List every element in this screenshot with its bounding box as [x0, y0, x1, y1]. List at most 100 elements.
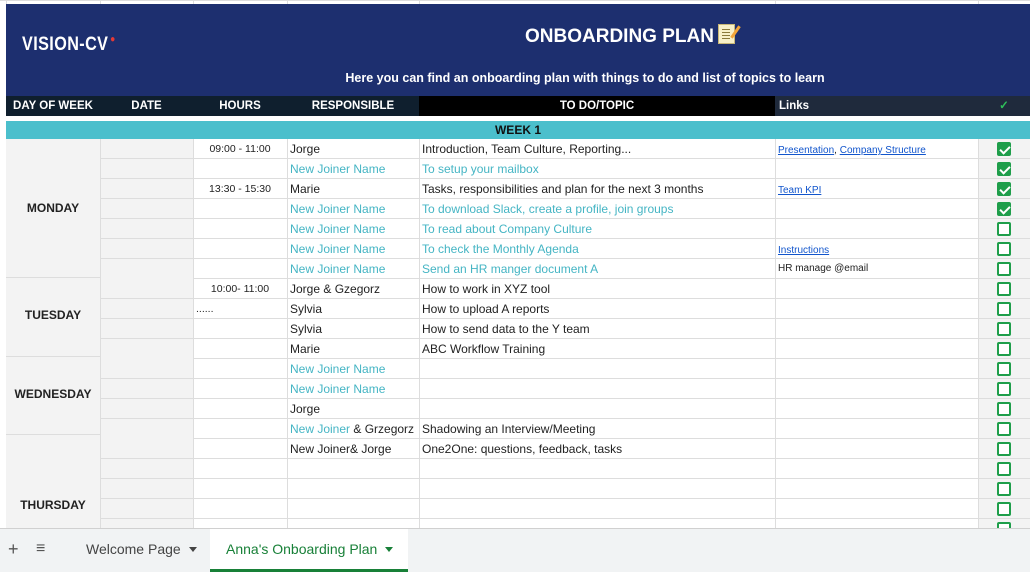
- table-row[interactable]: New Joiner Name Send an HR manger docume…: [0, 259, 1030, 279]
- todo-cell[interactable]: Shadowing an Interview/Meeting: [422, 419, 774, 439]
- table-row[interactable]: ...... Sylvia How to upload A reports: [0, 299, 1030, 319]
- team-kpi-link[interactable]: Team KPI: [778, 185, 821, 196]
- responsible-cell[interactable]: New Joiner Name: [290, 359, 418, 379]
- hours-cell[interactable]: 13:30 - 15:30: [193, 179, 287, 199]
- responsible-cell[interactable]: Marie: [290, 179, 418, 199]
- done-checkbox[interactable]: [997, 162, 1011, 176]
- todo-cell[interactable]: To check the Monthly Agenda: [422, 239, 774, 259]
- presentation-link[interactable]: Presentation: [778, 145, 834, 156]
- responsible-cell[interactable]: New Joiner Name: [290, 199, 418, 219]
- done-checkbox[interactable]: [997, 382, 1011, 396]
- todo-cell[interactable]: How to work in XYZ tool: [422, 279, 774, 299]
- table-row[interactable]: New Joiner Name: [0, 379, 1030, 399]
- done-checkbox[interactable]: [997, 342, 1011, 356]
- hours-cell[interactable]: ......: [196, 299, 256, 319]
- col-links-header: Links: [779, 100, 810, 112]
- todo-cell[interactable]: How to upload A reports: [422, 299, 774, 319]
- done-checkbox[interactable]: [997, 322, 1011, 336]
- done-checkbox[interactable]: [997, 422, 1011, 436]
- table-row[interactable]: Sylvia How to send data to the Y team: [0, 319, 1030, 339]
- page-title: ONBOARDING PLAN: [420, 24, 840, 48]
- grid-line: [0, 0, 1030, 1]
- table-row[interactable]: New Joiner Name: [0, 359, 1030, 379]
- responsible-name-b: & Grzegorz: [350, 422, 415, 436]
- done-checkbox[interactable]: [997, 282, 1011, 296]
- todo-cell[interactable]: Introduction, Team Culture, Reporting...: [422, 139, 774, 159]
- memo-icon: [717, 24, 735, 44]
- todo-cell[interactable]: To download Slack, create a profile, joi…: [422, 199, 774, 219]
- done-checkbox[interactable]: [997, 142, 1011, 156]
- done-checkbox[interactable]: [997, 202, 1011, 216]
- responsible-cell[interactable]: Sylvia: [290, 319, 418, 339]
- table-row[interactable]: 09:00 - 11:00 Jorge Introduction, Team C…: [0, 139, 1030, 159]
- table-row[interactable]: New Joiner Name To read about Company Cu…: [0, 219, 1030, 239]
- table-row[interactable]: [0, 479, 1030, 499]
- links-cell[interactable]: HR manage @email: [778, 259, 976, 279]
- table-row[interactable]: New Joiner& Jorge One2One: questions, fe…: [0, 439, 1030, 459]
- col-done-header: ✓: [999, 100, 1009, 112]
- table-row[interactable]: New Joiner Name To download Slack, creat…: [0, 199, 1030, 219]
- hours-cell[interactable]: 10:00- 11:00: [193, 279, 287, 299]
- spreadsheet-grid[interactable]: VISION-CV ● ONBOARDING PLAN Here you can …: [0, 0, 1030, 528]
- sheet-tab-bar: + ≡ Welcome Page Anna's Onboarding Plan: [0, 528, 1030, 572]
- todo-cell[interactable]: To setup your mailbox: [422, 159, 774, 179]
- col-day-header: DAY OF WEEK: [13, 100, 93, 112]
- tab-welcome-page[interactable]: Welcome Page: [70, 529, 208, 572]
- table-row[interactable]: 10:00- 11:00 Jorge & Gzegorz How to work…: [0, 279, 1030, 299]
- todo-cell[interactable]: ABC Workflow Training: [422, 339, 774, 359]
- add-sheet-button[interactable]: +: [8, 529, 28, 572]
- todo-cell[interactable]: One2One: questions, feedback, tasks: [422, 439, 774, 459]
- responsible-cell[interactable]: Marie: [290, 339, 418, 359]
- responsible-cell[interactable]: Jorge: [290, 139, 418, 159]
- done-checkbox[interactable]: [997, 182, 1011, 196]
- chevron-down-icon[interactable]: [385, 547, 394, 552]
- col-date-header: DATE: [131, 100, 162, 112]
- brand-logo: VISION-CV ●: [22, 34, 116, 55]
- responsible-name-a: New Joiner: [290, 422, 351, 436]
- table-row[interactable]: New Joiner & Grzegorz Shadowing an Inter…: [0, 419, 1030, 439]
- week-label: WEEK 1: [6, 121, 1030, 139]
- responsible-cell[interactable]: New Joiner Name: [290, 219, 418, 239]
- todo-cell[interactable]: To read about Company Culture: [422, 219, 774, 239]
- table-row[interactable]: 13:30 - 15:30 Marie Tasks, responsibilit…: [0, 179, 1030, 199]
- todo-cell[interactable]: How to send data to the Y team: [422, 319, 774, 339]
- table-row[interactable]: New Joiner Name To setup your mailbox: [0, 159, 1030, 179]
- done-checkbox[interactable]: [997, 222, 1011, 236]
- col-hours-header: HOURS: [219, 100, 261, 112]
- instructions-link[interactable]: Instructions: [778, 245, 829, 256]
- todo-cell[interactable]: Send an HR manger document A: [422, 259, 774, 279]
- done-checkbox[interactable]: [997, 462, 1011, 476]
- done-checkbox[interactable]: [997, 302, 1011, 316]
- table-row[interactable]: Marie ABC Workflow Training: [0, 339, 1030, 359]
- table-row[interactable]: [0, 499, 1030, 519]
- hours-cell[interactable]: 09:00 - 11:00: [193, 139, 287, 159]
- responsible-cell[interactable]: Sylvia: [290, 299, 418, 319]
- responsible-cell[interactable]: New Joiner Name: [290, 159, 418, 179]
- done-checkbox[interactable]: [997, 402, 1011, 416]
- all-sheets-menu-icon[interactable]: ≡: [36, 529, 56, 572]
- chevron-down-icon[interactable]: [188, 547, 197, 552]
- responsible-cell[interactable]: New Joiner & Grzegorz: [290, 419, 418, 439]
- done-checkbox[interactable]: [997, 242, 1011, 256]
- done-checkbox[interactable]: [997, 262, 1011, 276]
- table-row[interactable]: Jorge: [0, 399, 1030, 419]
- responsible-cell[interactable]: New Joiner Name: [290, 239, 418, 259]
- tab-annas-onboarding-plan[interactable]: Anna's Onboarding Plan: [210, 529, 408, 572]
- done-checkbox[interactable]: [997, 442, 1011, 456]
- page-subtitle: Here you can find an onboarding plan wit…: [345, 71, 825, 85]
- table-row[interactable]: [0, 459, 1030, 479]
- tab-label: Anna's Onboarding Plan: [226, 541, 378, 557]
- todo-cell[interactable]: Tasks, responsibilities and plan for the…: [422, 179, 774, 199]
- done-checkbox[interactable]: [997, 482, 1011, 496]
- company-structure-link[interactable]: Company Structure: [840, 145, 926, 156]
- responsible-cell[interactable]: New Joiner Name: [290, 379, 418, 399]
- done-checkbox[interactable]: [997, 362, 1011, 376]
- responsible-cell[interactable]: Jorge & Gzegorz: [290, 279, 418, 299]
- done-checkbox[interactable]: [997, 502, 1011, 516]
- responsible-cell[interactable]: New Joiner Name: [290, 259, 418, 279]
- tab-label: Welcome Page: [86, 541, 181, 557]
- table-row[interactable]: [0, 519, 1030, 528]
- table-row[interactable]: New Joiner Name To check the Monthly Age…: [0, 239, 1030, 259]
- responsible-cell[interactable]: Jorge: [290, 399, 418, 419]
- responsible-cell[interactable]: New Joiner& Jorge: [290, 439, 418, 459]
